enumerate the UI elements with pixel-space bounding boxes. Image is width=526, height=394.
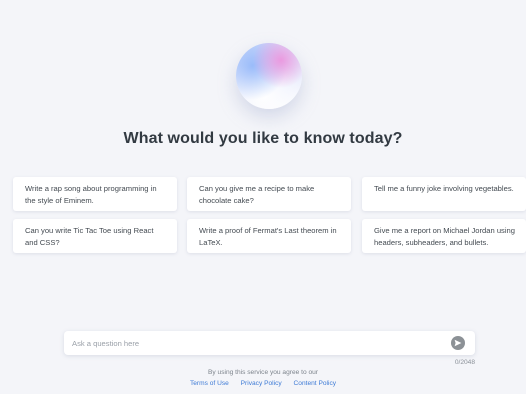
suggestion-card-rap-song[interactable]: Write a rap song about programming in th… xyxy=(13,177,177,211)
suggestion-text: Write a rap song about programming in th… xyxy=(25,184,157,205)
terms-of-use-link[interactable]: Terms of Use xyxy=(190,380,229,387)
terms-disclaimer: By using this service you agree to our xyxy=(208,369,318,376)
suggestion-text: Write a proof of Fermat's Last theorem i… xyxy=(199,226,337,247)
suggestion-card-michael-jordan[interactable]: Give me a report on Michael Jordan using… xyxy=(362,219,526,253)
footer-links: Terms of Use Privacy Policy Content Poli… xyxy=(0,380,526,387)
character-counter: 0/2048 xyxy=(454,359,475,366)
send-button[interactable] xyxy=(451,336,465,350)
suggestion-card-cake-recipe[interactable]: Can you give me a recipe to make chocola… xyxy=(187,177,351,211)
assistant-orb-logo xyxy=(236,43,302,109)
send-arrow-icon xyxy=(454,339,462,347)
privacy-policy-link[interactable]: Privacy Policy xyxy=(241,380,282,387)
page-title: What would you like to know today? xyxy=(123,130,403,147)
suggestion-text: Can you give me a recipe to make chocola… xyxy=(199,184,315,205)
question-composer xyxy=(64,331,475,355)
question-input[interactable] xyxy=(64,331,444,355)
suggestion-text: Can you write Tic Tac Toe using React an… xyxy=(25,226,154,247)
suggestion-text: Give me a report on Michael Jordan using… xyxy=(374,226,515,247)
suggestion-card-funny-joke[interactable]: Tell me a funny joke involving vegetable… xyxy=(362,177,526,211)
suggestion-card-tic-tac-toe[interactable]: Can you write Tic Tac Toe using React an… xyxy=(13,219,177,253)
suggestion-text: Tell me a funny joke involving vegetable… xyxy=(374,184,514,193)
content-policy-link[interactable]: Content Policy xyxy=(294,380,337,387)
suggestion-card-fermat-proof[interactable]: Write a proof of Fermat's Last theorem i… xyxy=(187,219,351,253)
chat-home-page: What would you like to know today? Write… xyxy=(0,0,526,394)
